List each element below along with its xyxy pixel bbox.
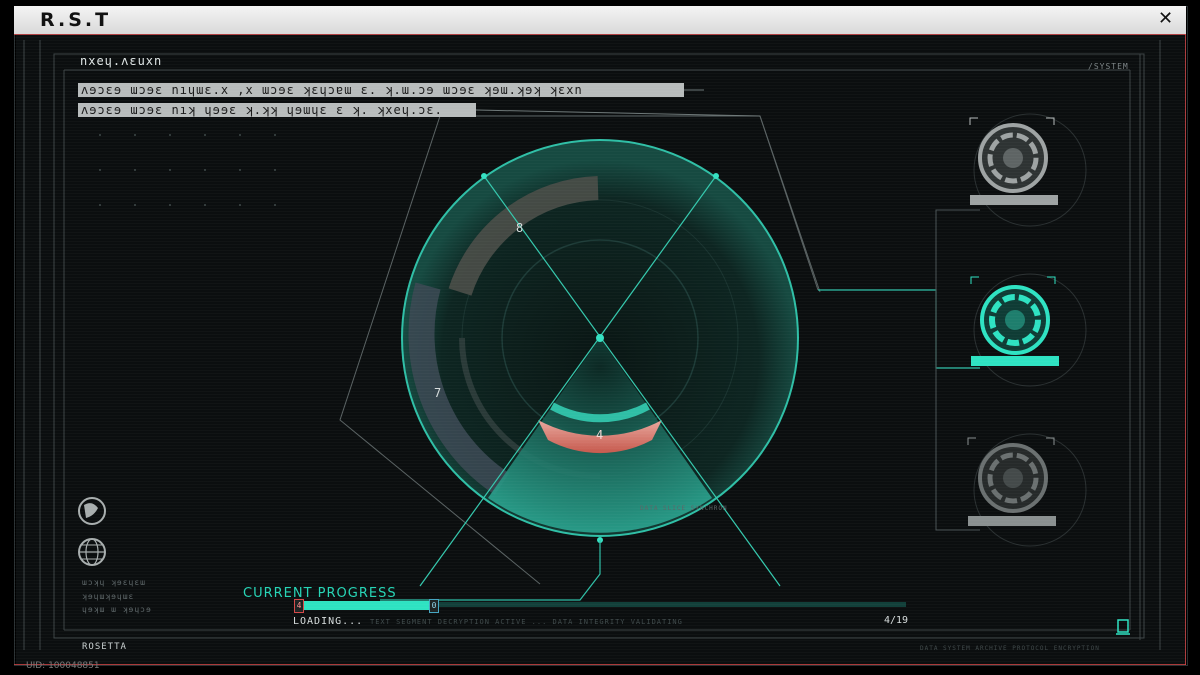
loading-detail: TEXT SEGMENT DECRYPTION ACTIVE ... DATA … — [370, 618, 683, 626]
globe-icon — [78, 497, 106, 525]
left-info-1: ɯɔʞɥ ʞɘɛɥɛɯ — [82, 578, 146, 587]
dot-grid — [99, 134, 276, 206]
progress-right-cap: 0 — [429, 599, 439, 613]
terminal-icon — [1116, 619, 1130, 635]
right-panel-frame — [935, 209, 980, 531]
progress-count: 4/19 — [884, 615, 909, 626]
loading-status: LOADING... — [293, 616, 364, 627]
segment-label-4: 4 — [596, 428, 604, 442]
target-disc-middle — [970, 273, 1087, 387]
progress-label: CURRENT PROGRESS — [243, 586, 397, 601]
left-info-2: ʞɘɥɯʞɘɥɯɛ — [82, 592, 135, 601]
progress-connector — [380, 540, 601, 601]
progress-fill — [300, 601, 429, 610]
uid-label: UID: 100048851 — [26, 661, 100, 671]
target-disc-bottom — [967, 433, 1087, 547]
target-disc-top — [969, 113, 1087, 227]
system-label: /SYSTEM — [1088, 62, 1129, 71]
banner-line-2: ʌɘɔɛɘ ɯɔɘɛ nıʞ ɥɘɘɛ ʞ.ʞʞ ɥɘɯɥɛ ɛ ʞ. ʞxeɥ… — [78, 103, 476, 117]
footer-left-label: ROSETTA — [82, 642, 127, 652]
segment-label-8: 8 — [516, 221, 524, 235]
node-top-right — [713, 173, 719, 179]
node-top-left — [481, 173, 487, 179]
header-subtitle: nxeɥ.ʌɛuxn — [80, 54, 163, 68]
segment-label-7: 7 — [434, 386, 442, 400]
left-info-3: ɥɘʞɯ ɯ ʞɘɥɔɘ — [82, 605, 152, 614]
grid-globe-icon — [78, 538, 106, 566]
progress-left-cap: 4 — [294, 599, 304, 613]
hud-graphics — [23, 40, 1161, 650]
dial-caption: DATA SLICE SYNCHRON — [640, 505, 728, 512]
center-node — [596, 334, 604, 342]
footer-right-text: DATA SYSTEM ARCHIVE PROTOCOL ENCRYPTION — [920, 645, 1100, 652]
banner-line-1: ʌɘɔɛɘ ɯɔɘɛ nıɥɯɛ.x ,x ɯɔɘɛ ʞɛɥɔɐɯ ɛ. ʞ.ɯ… — [78, 83, 684, 97]
right-connector — [818, 289, 980, 369]
